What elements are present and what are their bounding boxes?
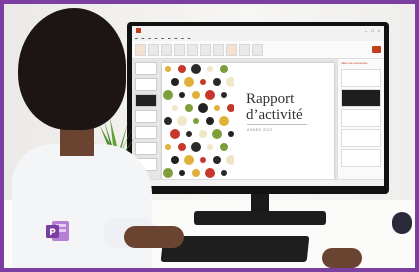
pattern-dot	[227, 104, 234, 112]
pattern-dot	[193, 118, 199, 124]
monitor-stand	[194, 211, 326, 225]
pattern-dot	[170, 129, 180, 139]
ribbon-button[interactable]	[174, 43, 185, 56]
window-controls: – □ ×	[365, 28, 380, 33]
pattern-dot	[213, 78, 221, 86]
pattern-dot	[178, 65, 186, 73]
tab-1[interactable]: ▬	[135, 37, 138, 40]
tab-6[interactable]: ▬	[168, 37, 171, 40]
slide-title[interactable]: Rapport d’activité	[246, 91, 334, 123]
app-icon	[136, 28, 141, 33]
pattern-dot	[192, 169, 200, 177]
title-underline	[247, 124, 307, 125]
pattern-dot	[192, 91, 200, 99]
pattern-dot	[163, 90, 173, 100]
tab-4[interactable]: ▬	[155, 37, 158, 40]
pattern-dot	[191, 64, 201, 74]
pattern-dot	[191, 142, 201, 152]
pattern-dot	[213, 156, 221, 164]
pattern-dot	[220, 143, 228, 151]
pattern-dot	[177, 116, 187, 126]
pattern-dot	[186, 131, 192, 137]
ribbon-button[interactable]	[213, 43, 224, 56]
person-hand	[322, 248, 362, 268]
minimize-icon[interactable]: –	[365, 28, 367, 33]
design-option[interactable]	[341, 129, 381, 147]
current-slide[interactable]: Rapport d’activité ANNÉE 2022	[162, 63, 334, 181]
pattern-dot	[214, 105, 220, 111]
pattern-dot	[199, 130, 207, 138]
pattern-dot	[221, 92, 227, 98]
pattern-dot	[205, 168, 215, 178]
ribbon-button[interactable]	[148, 43, 159, 56]
ribbon-button[interactable]	[239, 43, 250, 56]
dots-pattern	[163, 64, 234, 178]
design-option[interactable]	[341, 109, 381, 127]
mouse	[392, 212, 412, 234]
pattern-dot	[171, 78, 179, 86]
tab-7[interactable]: ▬	[175, 37, 178, 40]
pattern-dot	[205, 90, 215, 100]
pattern-dot	[184, 77, 194, 87]
design-option[interactable]	[341, 69, 381, 87]
design-option[interactable]	[341, 149, 381, 167]
powerpoint-logo-icon	[46, 221, 69, 241]
pattern-dot	[164, 117, 172, 125]
slide-thumbnail[interactable]	[135, 62, 157, 75]
designer-title: Idées de conception	[341, 61, 368, 65]
status-bar	[132, 179, 384, 186]
photo-scene: – □ × ▬ ▬ ▬ ▬ ▬ ▬ ▬ ▬ ▬ Rapport d’activi…	[4, 4, 415, 268]
share-button[interactable]	[372, 46, 381, 53]
pattern-dot	[212, 129, 222, 139]
ribbon	[132, 41, 384, 59]
pattern-dot	[219, 116, 229, 126]
designer-pane: Idées de conception	[337, 59, 384, 186]
pattern-dot	[207, 144, 213, 150]
pattern-dot	[206, 117, 214, 125]
slide-thumbnail[interactable]	[135, 94, 157, 107]
ribbon-button[interactable]	[226, 43, 237, 56]
ribbon-button[interactable]	[200, 43, 211, 56]
monitor: – □ × ▬ ▬ ▬ ▬ ▬ ▬ ▬ ▬ ▬ Rapport d’activi…	[127, 22, 389, 194]
pattern-dot	[226, 77, 234, 87]
title-bar: – □ ×	[132, 26, 384, 35]
tab-2[interactable]: ▬	[142, 37, 145, 40]
ribbon-button[interactable]	[161, 43, 172, 56]
pattern-dot	[200, 157, 206, 163]
pattern-dot	[179, 170, 185, 176]
pattern-dot	[165, 66, 171, 72]
pattern-dot	[171, 156, 179, 164]
ribbon-button[interactable]	[187, 43, 198, 56]
slide-subtitle[interactable]: ANNÉE 2022	[247, 128, 273, 132]
pattern-dot	[220, 65, 228, 73]
close-icon[interactable]: ×	[378, 28, 380, 33]
pattern-dot	[198, 103, 208, 113]
tab-5[interactable]: ▬	[161, 37, 164, 40]
slide-thumbnail[interactable]	[135, 78, 157, 91]
workspace: Rapport d’activité ANNÉE 2022 Idées de c…	[132, 59, 384, 186]
powerpoint-window: – □ × ▬ ▬ ▬ ▬ ▬ ▬ ▬ ▬ ▬ Rapport d’activi…	[132, 26, 384, 186]
person-shirt	[12, 144, 152, 268]
pattern-dot	[207, 66, 213, 72]
pattern-dot	[185, 104, 193, 112]
design-option[interactable]	[341, 89, 381, 107]
pattern-dot	[200, 79, 206, 85]
pattern-dot	[165, 144, 171, 150]
tab-3[interactable]: ▬	[148, 37, 151, 40]
pattern-dot	[226, 155, 234, 165]
maximize-icon[interactable]: □	[371, 28, 373, 33]
person-hand	[124, 226, 184, 248]
pattern-dot	[228, 131, 234, 137]
ribbon-button[interactable]	[252, 43, 263, 56]
pattern-dot	[178, 143, 186, 151]
tab-9[interactable]: ▬	[188, 37, 191, 40]
pattern-dot	[179, 92, 185, 98]
person-hair	[18, 8, 126, 130]
pattern-dot	[184, 155, 194, 165]
pattern-dot	[172, 105, 178, 111]
pattern-dot	[163, 168, 173, 178]
paste-button[interactable]	[135, 43, 146, 56]
tab-8[interactable]: ▬	[181, 37, 184, 40]
pattern-dot	[221, 170, 227, 176]
